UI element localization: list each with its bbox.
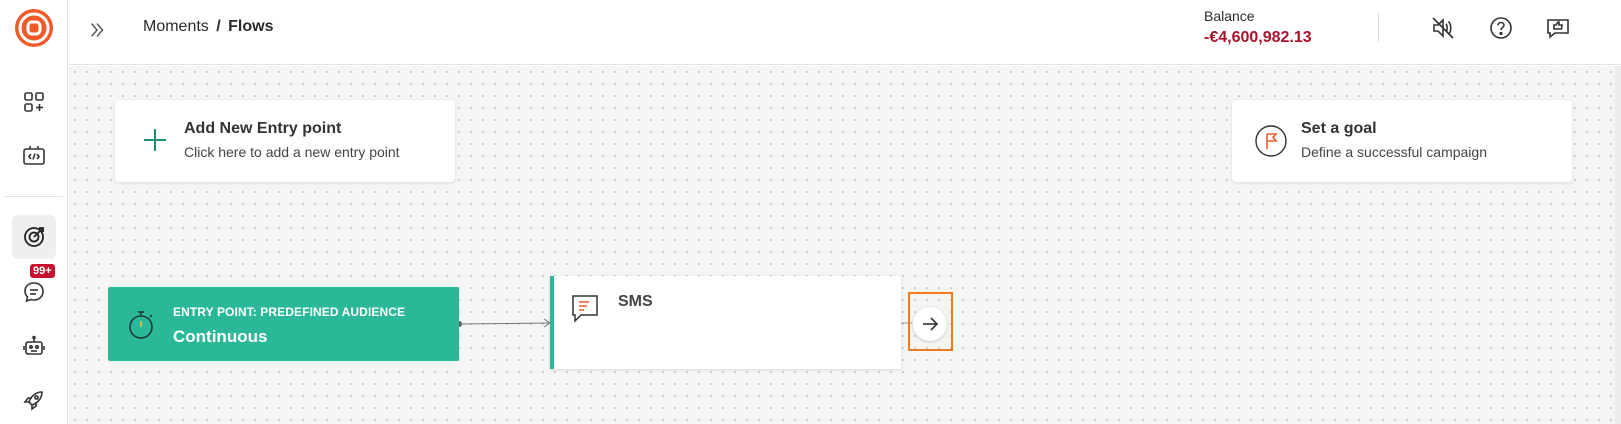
- sms-message-icon: [572, 295, 598, 323]
- plus-icon: [144, 129, 166, 151]
- entry-point-node[interactable]: ENTRY POINT: PREDEFINED AUDIENCE Continu…: [108, 287, 459, 361]
- balance-value: -€4,600,982.13: [1204, 29, 1312, 46]
- help-button[interactable]: [1485, 12, 1517, 44]
- feedback-icon: [1547, 19, 1569, 39]
- sms-step-label: SMS: [618, 293, 653, 310]
- notification-badge: 99+: [30, 264, 55, 278]
- add-next-step-highlight[interactable]: [908, 292, 953, 351]
- brand-logo-icon[interactable]: [14, 8, 54, 48]
- breadcrumb-separator: /: [216, 18, 221, 35]
- breadcrumb: Moments / Flows: [143, 18, 274, 36]
- top-header: Moments / Flows Balance -€4,600,982.13: [69, 0, 1621, 65]
- set-goal-title: Set a goal: [1301, 120, 1377, 137]
- add-entry-point-subtitle: Click here to add a new entry point: [184, 144, 400, 160]
- rail-divider: [4, 196, 63, 197]
- apps-add-icon[interactable]: [12, 80, 56, 124]
- entry-point-type: ENTRY POINT: PREDEFINED AUDIENCE: [173, 305, 406, 319]
- bot-icon[interactable]: [12, 325, 56, 369]
- left-rail: 99+: [0, 0, 68, 424]
- set-goal-card[interactable]: Set a goal Define a successful campaign: [1232, 100, 1572, 182]
- add-entry-point-title: Add New Entry point: [184, 120, 342, 137]
- speaker-muted-icon: [1432, 17, 1454, 39]
- developer-code-icon[interactable]: [12, 134, 56, 178]
- entry-point-name: Continuous: [173, 327, 268, 346]
- balance-label: Balance: [1204, 8, 1255, 24]
- arrow-right-icon: [923, 317, 939, 331]
- canvas-scrollbar[interactable]: [1615, 66, 1621, 424]
- feedback-button[interactable]: [1542, 12, 1574, 44]
- rocket-icon[interactable]: [12, 378, 56, 422]
- header-divider: [1378, 12, 1379, 42]
- target-icon[interactable]: [12, 215, 56, 259]
- balance-display: Balance -€4,600,982.13: [1204, 8, 1312, 47]
- flag-goal-icon: [1255, 125, 1287, 157]
- question-circle-icon: [1490, 17, 1512, 39]
- set-goal-subtitle: Define a successful campaign: [1301, 144, 1487, 160]
- stopwatch-icon: [129, 311, 153, 339]
- add-entry-point-card[interactable]: Add New Entry point Click here to add a …: [115, 100, 455, 182]
- add-next-step-button[interactable]: [913, 307, 947, 341]
- expand-sidebar-button[interactable]: [83, 16, 111, 44]
- sms-step-node[interactable]: SMS: [550, 276, 901, 369]
- mute-sound-button[interactable]: [1427, 12, 1459, 44]
- chevrons-right-icon: [90, 23, 104, 37]
- breadcrumb-flows: Flows: [228, 18, 274, 35]
- breadcrumb-moments[interactable]: Moments: [143, 18, 209, 35]
